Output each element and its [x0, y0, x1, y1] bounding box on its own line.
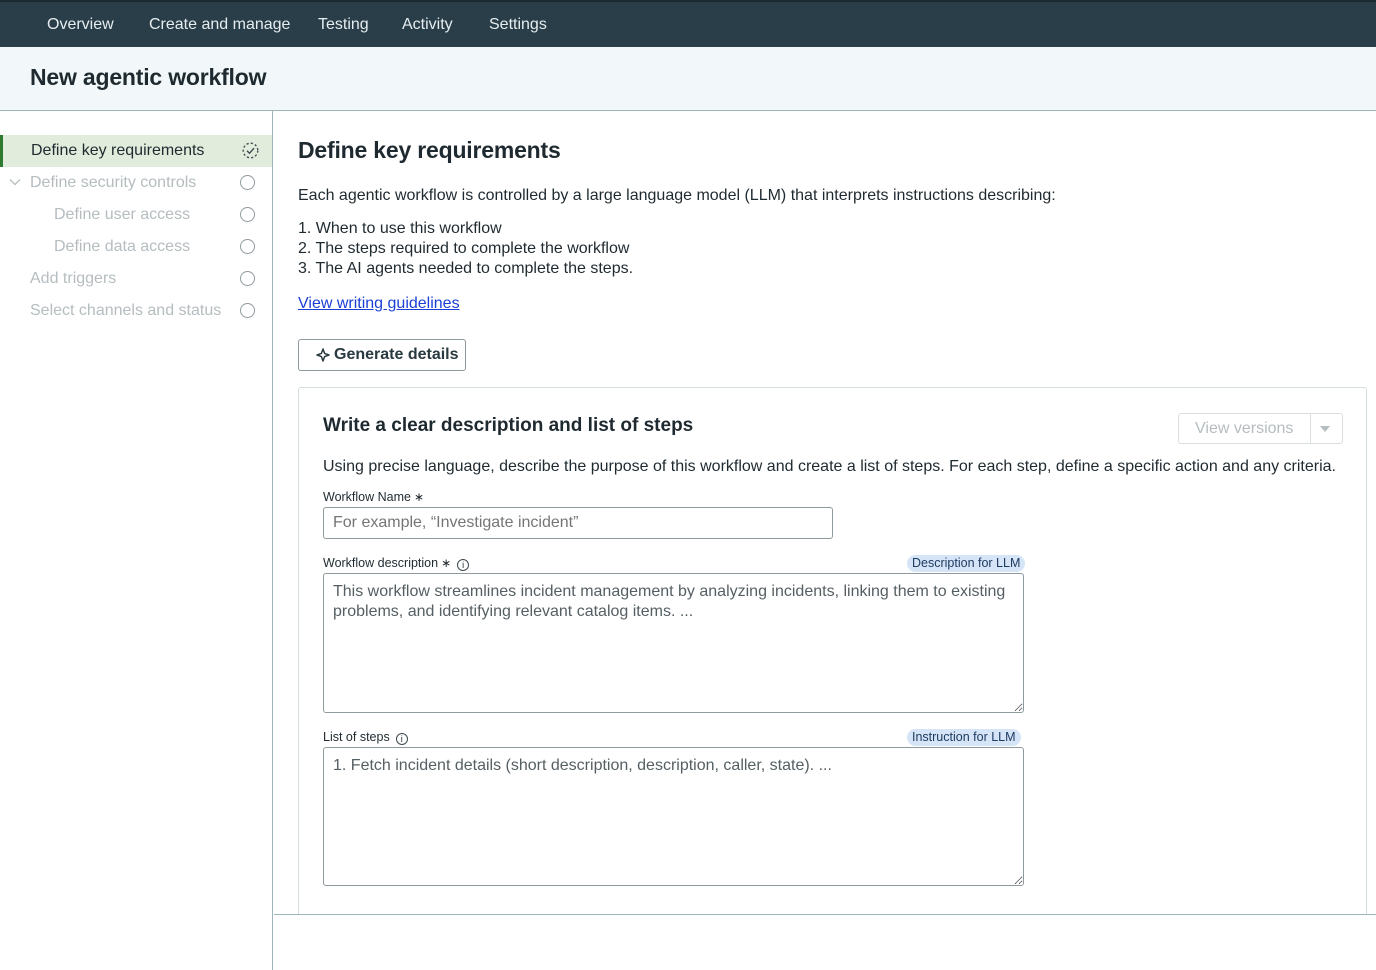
field-label-text: Workflow Name [323, 490, 411, 504]
sidebar-step-define-key-requirements[interactable]: Define key requirements [0, 135, 272, 167]
split-divider [1310, 414, 1311, 443]
empty-circle-icon [240, 239, 255, 254]
sidebar-step-label: Define key requirements [31, 142, 205, 159]
chevron-down-icon[interactable] [8, 175, 22, 189]
required-mark: ∗ [413, 490, 425, 504]
tab-create-and-manage[interactable]: Create and manage [149, 2, 290, 47]
workflow-name-label: Workflow Name ∗ [323, 490, 424, 504]
view-writing-guidelines-link[interactable]: View writing guidelines [298, 295, 460, 313]
instruction-for-llm-badge: Instruction for LLM [907, 729, 1021, 746]
sidebar-step-select-channels-and-status[interactable]: Select channels and status [0, 295, 272, 327]
main-content: Define key requirements Each agentic wor… [274, 111, 1376, 915]
workflow-description-label: Workflow description ∗ i [323, 556, 470, 571]
sparkle-icon [316, 348, 330, 362]
sidebar-step-label: Define security controls [30, 174, 197, 191]
requirements-list: 1. When to use this workflow 2. The step… [298, 219, 633, 279]
top-navigation: Overview Create and manage Testing Activ… [0, 0, 1376, 47]
empty-circle-icon [240, 175, 255, 190]
tab-overview[interactable]: Overview [47, 2, 114, 47]
intro-text: Each agentic workflow is controlled by a… [298, 187, 1056, 204]
card-description: Using precise language, describe the pur… [323, 458, 1336, 475]
view-versions-button[interactable]: View versions [1195, 420, 1293, 438]
workflow-name-input[interactable] [323, 507, 833, 539]
description-for-llm-badge: Description for LLM [907, 555, 1026, 572]
sidebar-step-label: Define user access [54, 206, 191, 223]
sidebar-step-label: Add triggers [30, 270, 117, 287]
footer-divider [274, 914, 1376, 915]
tab-activity[interactable]: Activity [402, 2, 453, 47]
sidebar-step-add-triggers[interactable]: Add triggers [0, 263, 272, 295]
description-card: Write a clear description and list of st… [298, 387, 1367, 915]
sidebar-step-label: Define data access [54, 238, 191, 255]
list-item: 1. When to use this workflow [298, 220, 502, 237]
generate-details-label: Generate details [334, 346, 459, 363]
empty-circle-icon [240, 303, 255, 318]
empty-circle-icon [240, 207, 255, 222]
list-of-steps-textarea[interactable]: 1. Fetch incident details (short descrip… [323, 747, 1024, 886]
list-item: 2. The steps required to complete the wo… [298, 240, 630, 257]
section-heading: Define key requirements [298, 137, 561, 163]
view-versions-split-button: View versions [1178, 413, 1343, 444]
field-label-text: List of steps [323, 730, 390, 744]
sidebar-step-define-user-access[interactable]: Define user access [0, 199, 272, 231]
info-icon[interactable]: i [457, 559, 470, 571]
field-label-text: Workflow description [323, 556, 439, 570]
tab-testing[interactable]: Testing [318, 2, 369, 47]
sidebar-step-define-data-access[interactable]: Define data access [0, 231, 272, 263]
required-mark: ∗ [441, 556, 452, 570]
progress-circle-icon [242, 142, 259, 159]
sidebar-step-label: Select channels and status [30, 302, 222, 319]
page-title: New agentic workflow [30, 64, 267, 90]
sidebar-step-define-security-controls[interactable]: Define security controls [0, 167, 272, 199]
list-item: 3. The AI agents needed to complete the … [298, 260, 634, 277]
list-of-steps-label: List of steps i [323, 730, 408, 745]
info-icon[interactable]: i [395, 733, 408, 745]
page-header: New agentic workflow [0, 47, 1376, 111]
caret-down-icon[interactable] [1320, 426, 1330, 432]
workflow-description-textarea[interactable]: This workflow streamlines incident manag… [323, 573, 1024, 713]
step-sidebar: Define key requirements Define security … [0, 111, 273, 970]
tab-settings[interactable]: Settings [489, 2, 547, 47]
empty-circle-icon [240, 271, 255, 286]
generate-details-button[interactable]: Generate details [298, 339, 466, 371]
card-title: Write a clear description and list of st… [323, 415, 694, 436]
